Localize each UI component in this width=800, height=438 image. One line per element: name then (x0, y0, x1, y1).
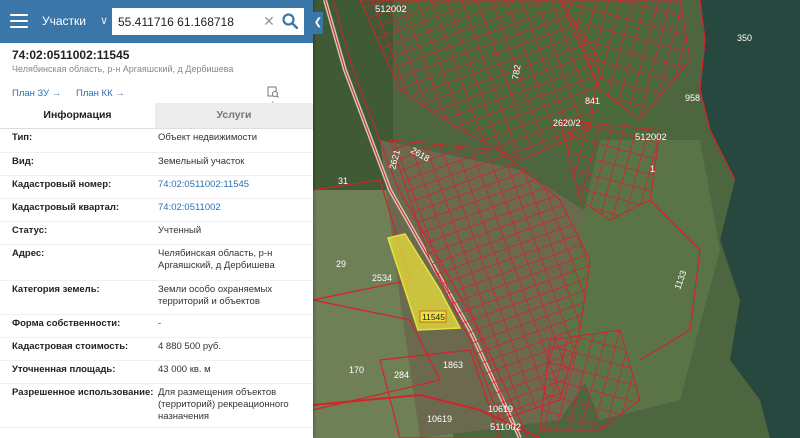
prop-type-label: Тип: (12, 132, 33, 143)
prop-address-line1: Челябинская область, р-н (158, 247, 273, 259)
cadastral-title: 74:02:0511002:11545 (12, 48, 130, 62)
prop-area-value: 43 000 кв. м (158, 363, 211, 375)
prop-permitted-use-line3: назначения (158, 410, 210, 422)
category-select[interactable]: Участки ∨ (34, 8, 110, 35)
prop-cad-cost-value: 4 880 500 руб. (158, 340, 222, 352)
prop-type-value: Объект недвижимости (158, 132, 258, 143)
prop-permitted-use-value: Для размещения объектов (территорий) рек… (158, 383, 313, 427)
parcel-label-1863: 1863 (443, 360, 463, 370)
info-panel: Участки ∨ ✕ 74:02:0511002:11545 Челябинс… (0, 0, 313, 438)
parcel-label-841: 841 (585, 96, 600, 106)
prop-land-category-label: Категория земель: (12, 283, 100, 295)
plan-kk-link[interactable]: План КК → (76, 88, 125, 99)
prop-permitted-use-label: Разрешенное использование: (12, 386, 154, 398)
parcel-label-11545: 11545 (422, 312, 445, 322)
prop-cad-cost-label: Кадастровая стоимость: (12, 340, 129, 352)
menu-icon[interactable] (10, 14, 28, 28)
parcel-label-2620: 2620/2 (553, 118, 581, 128)
object-address: Челябинская область, р-н Аргаяшский, д Д… (12, 64, 234, 74)
prop-land-category-line2: территорий и объектов (158, 295, 260, 307)
parcel-label-170: 170 (349, 365, 364, 375)
properties-table: Тип: Объект недвижимости Вид: Земельный … (0, 129, 313, 428)
search-icon[interactable] (282, 13, 298, 29)
prop-address-value: Челябинская область, р-н Аргаяшский, д Д… (158, 244, 313, 280)
parcel-label-958: 958 (685, 93, 700, 103)
clear-icon[interactable]: ✕ (262, 13, 276, 29)
search-bar: Участки ∨ ✕ (0, 0, 313, 43)
prop-kind-label: Вид: (12, 155, 34, 167)
tab-services[interactable]: Услуги (155, 103, 313, 128)
parcel-label-10619-a: 10619 (427, 414, 452, 424)
prop-area-label: Уточненная площадь: (12, 363, 116, 375)
prop-cad-quarter-label: Кадастровый квартал: (12, 201, 120, 213)
parcel-label-2534: 2534 (372, 273, 392, 283)
map-search-icon[interactable] (267, 86, 279, 98)
prop-cad-number-link[interactable]: 74:02:0511002:11545 (158, 175, 313, 198)
category-select-value: Участки (42, 14, 86, 28)
prop-address-line2: Аргаяшский, д Дербишева (158, 259, 275, 271)
quarter-label-511002: 511002 (490, 422, 521, 433)
prop-permitted-use-line1: Для размещения объектов (158, 386, 277, 398)
prop-status-value: Учтенный (158, 224, 202, 236)
collapse-panel-icon[interactable]: ❮ (313, 12, 323, 34)
parcel-label-10619-b: 10619 (488, 404, 513, 414)
prop-permitted-use-line2: (территорий) рекреационного (158, 398, 289, 410)
parcel-label-350: 350 (737, 33, 752, 43)
prop-ownership-label: Форма собственности: (12, 317, 121, 329)
parcel-label-29: 29 (336, 259, 346, 269)
prop-land-category-line1: Земли особо охраняемых (158, 283, 273, 295)
parcel-label-1: 1 (650, 164, 655, 174)
prop-cad-number-label: Кадастровый номер: (12, 178, 112, 190)
parcel-label-31: 31 (338, 176, 348, 186)
prop-cad-quarter-link[interactable]: 74:02:0511002 (158, 198, 313, 221)
prop-status-label: Статус: (12, 224, 48, 236)
parcel-label-284: 284 (394, 370, 409, 380)
tab-bar: Информация Услуги (0, 103, 313, 129)
tab-info[interactable]: Информация (0, 103, 155, 128)
quarter-label-512002-top: 512002 (375, 4, 407, 15)
chevron-down-icon: ∨ (99, 15, 108, 27)
prop-ownership-value: - (158, 317, 162, 329)
prop-land-category-value: Земли особо охраняемых территорий и объе… (158, 280, 313, 314)
plan-zu-link[interactable]: План ЗУ → (12, 88, 61, 99)
prop-address-label: Адрес: (12, 247, 45, 259)
prop-kind-value: Земельный участок (158, 155, 245, 167)
quarter-label-512002-mid: 512002 (635, 132, 667, 143)
